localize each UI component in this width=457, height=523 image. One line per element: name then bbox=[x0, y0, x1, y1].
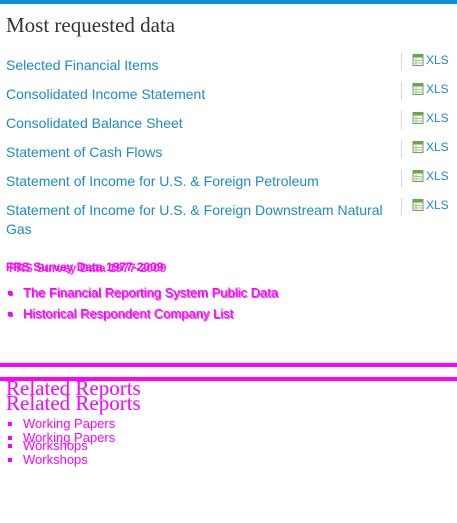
data-row-consolidated-income-statement: Consolidated Income Statement XLS bbox=[0, 79, 457, 108]
xls-download-consolidated-balance-sheet[interactable]: XLS bbox=[412, 111, 449, 125]
row-divider bbox=[401, 198, 402, 216]
workshops-link-ghost: Workshops bbox=[8, 452, 88, 468]
bullet-icon bbox=[8, 422, 12, 426]
xls-download-selected-financial-items[interactable]: XLS bbox=[412, 53, 449, 67]
row-divider bbox=[401, 140, 402, 158]
spreadsheet-icon bbox=[412, 199, 424, 211]
spreadsheet-icon bbox=[412, 54, 424, 66]
xls-download-us-foreign-downstream-natural-gas[interactable]: XLS bbox=[412, 198, 449, 212]
frs-public-data-label-ghost: The Financial Reporting System Public Da… bbox=[24, 286, 280, 301]
row-divider bbox=[401, 53, 402, 71]
frs-public-data-link-ghost: The Financial Reporting System Public Da… bbox=[9, 286, 279, 302]
bullet-icon bbox=[9, 313, 13, 317]
spreadsheet-icon bbox=[412, 83, 424, 95]
data-row-consolidated-balance-sheet: Consolidated Balance Sheet XLS bbox=[0, 108, 457, 137]
data-row-statement-of-cash-flows: Statement of Cash Flows XLS bbox=[0, 137, 457, 166]
xls-label: XLS bbox=[426, 198, 449, 212]
bullet-icon bbox=[9, 292, 13, 296]
us-foreign-downstream-natural-gas-link[interactable]: Statement of Income for U.S. & Foreign D… bbox=[6, 201, 396, 239]
xls-label: XLS bbox=[426, 111, 449, 125]
xls-label: XLS bbox=[426, 82, 449, 96]
data-row-us-foreign-petroleum: Statement of Income for U.S. & Foreign P… bbox=[0, 166, 457, 195]
xls-download-us-foreign-petroleum[interactable]: XLS bbox=[412, 169, 449, 183]
bullet-icon bbox=[8, 458, 12, 462]
spreadsheet-icon bbox=[412, 141, 424, 153]
row-divider bbox=[401, 82, 402, 100]
section-divider bbox=[0, 363, 457, 367]
selected-financial-items-link[interactable]: Selected Financial Items bbox=[6, 56, 396, 75]
xls-label: XLS bbox=[426, 53, 449, 67]
xls-download-consolidated-income-statement[interactable]: XLS bbox=[412, 82, 449, 96]
xls-label: XLS bbox=[426, 169, 449, 183]
data-row-selected-financial-items: Selected Financial Items XLS bbox=[0, 50, 457, 79]
statement-of-cash-flows-link[interactable]: Statement of Cash Flows bbox=[6, 143, 396, 162]
related-reports-title-ghost: Related Reports bbox=[6, 391, 141, 415]
historical-respondent-label-ghost: Historical Respondent Company List bbox=[24, 307, 235, 322]
data-row-us-foreign-downstream-natural-gas: Statement of Income for U.S. & Foreign D… bbox=[0, 195, 457, 243]
spreadsheet-icon bbox=[412, 112, 424, 124]
row-divider bbox=[401, 169, 402, 187]
workshops-label-ghost: Workshops bbox=[23, 452, 88, 467]
consolidated-income-statement-link[interactable]: Consolidated Income Statement bbox=[6, 85, 396, 104]
frs-survey-title-ghost: FRS Survey Data 1977-2009 bbox=[9, 261, 167, 275]
top-accent-bar bbox=[0, 0, 457, 4]
most-requested-title: Most requested data bbox=[6, 13, 176, 37]
historical-respondent-link-ghost: Historical Respondent Company List bbox=[9, 307, 234, 323]
us-foreign-petroleum-link[interactable]: Statement of Income for U.S. & Foreign P… bbox=[6, 172, 396, 191]
row-divider bbox=[401, 111, 402, 129]
consolidated-balance-sheet-link[interactable]: Consolidated Balance Sheet bbox=[6, 114, 396, 133]
xls-label: XLS bbox=[426, 140, 449, 154]
most-requested-list: Selected Financial Items XLS Consolidate… bbox=[0, 50, 457, 243]
spreadsheet-icon bbox=[412, 170, 424, 182]
xls-download-statement-of-cash-flows[interactable]: XLS bbox=[412, 140, 449, 154]
bullet-icon bbox=[8, 444, 12, 448]
